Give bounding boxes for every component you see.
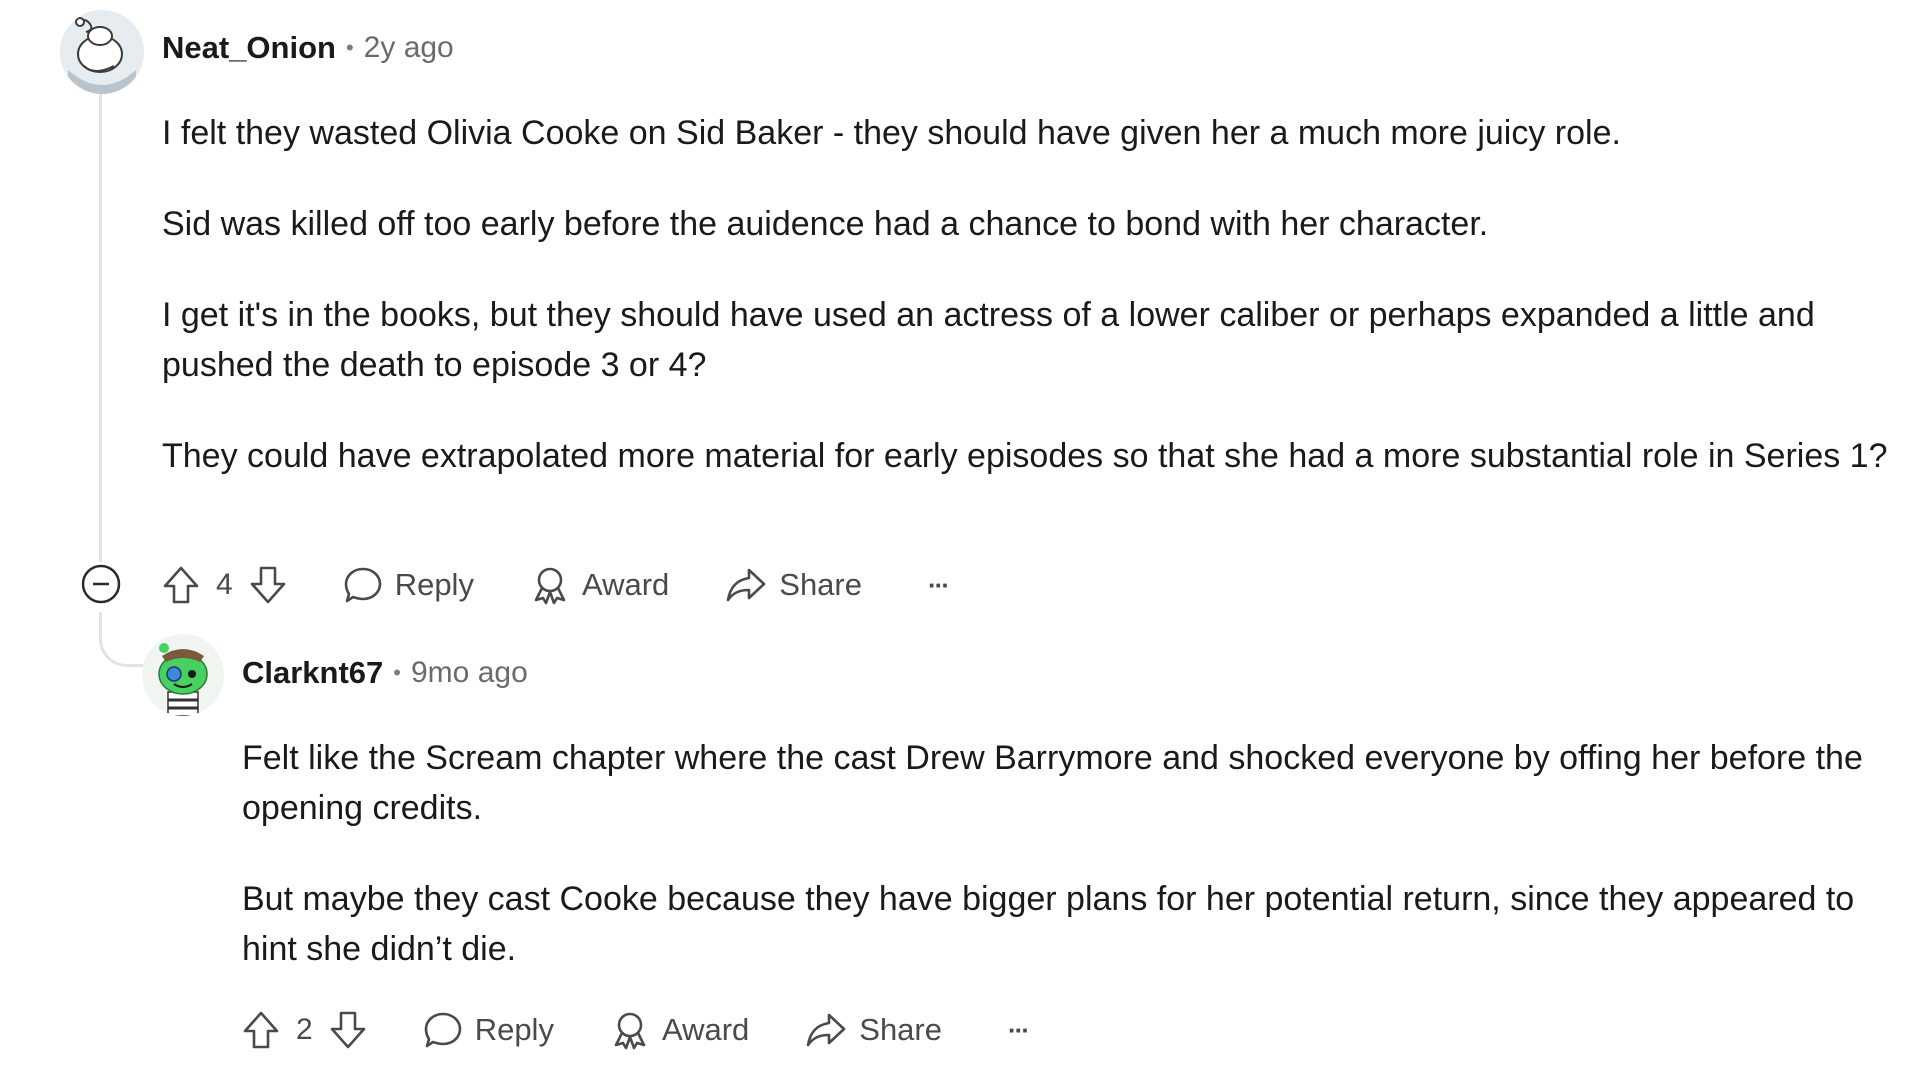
vote-score: 2: [296, 1013, 313, 1046]
share-arrow-icon: [806, 1013, 846, 1047]
user-avatar[interactable]: [60, 10, 144, 94]
user-avatar[interactable]: [142, 634, 224, 716]
award-ribbon-icon: [534, 567, 566, 605]
more-options-button[interactable]: ···: [1008, 1014, 1030, 1046]
comment-paragraph: I felt they wasted Olivia Cooke on Sid B…: [162, 114, 1621, 152]
upvote-arrow-icon: [163, 566, 199, 604]
upvote-button[interactable]: [162, 565, 200, 605]
award-button[interactable]: Award: [530, 565, 669, 605]
green-snoo-avatar-icon: [142, 634, 224, 716]
award-button[interactable]: Award: [610, 1010, 749, 1050]
reply-button[interactable]: Reply: [343, 565, 474, 605]
comment-actions: 2 Reply Award Share ···: [242, 1000, 1030, 1060]
comment-paragraph: Sid was killed off too early before the …: [162, 205, 1489, 243]
vote-control: 4: [162, 565, 287, 605]
snoo-outline-avatar-icon: [60, 10, 144, 94]
downvote-arrow-icon: [250, 566, 285, 604]
award-label: Award: [581, 567, 670, 602]
vote-control: 2: [242, 1010, 367, 1050]
speech-bubble-icon: [424, 1012, 461, 1048]
reply-label: Reply: [394, 567, 474, 602]
share-label: Share: [859, 1012, 942, 1047]
author-name[interactable]: Clarknt67: [242, 655, 383, 691]
award-label: Award: [661, 1012, 750, 1047]
share-button[interactable]: Share: [805, 1010, 942, 1050]
comment-body: Felt like the Scream chapter where the c…: [242, 733, 1902, 974]
downvote-button[interactable]: [249, 565, 287, 605]
collapse-thread-button[interactable]: [81, 564, 121, 604]
ellipsis-icon: ···: [928, 569, 950, 600]
thread-line: [99, 92, 102, 562]
meta-separator: •: [345, 35, 354, 60]
more-options-button[interactable]: ···: [928, 569, 950, 601]
downvote-button[interactable]: [329, 1010, 367, 1050]
comment-meta: Neat_Onion • 2y ago: [162, 30, 454, 66]
downvote-arrow-icon: [330, 1011, 365, 1049]
share-button[interactable]: Share: [725, 565, 862, 605]
comment-paragraph: But maybe they cast Cooke because they h…: [242, 880, 1855, 968]
comment-meta: Clarknt67 • 9mo ago: [242, 655, 528, 691]
speech-bubble-icon: [344, 567, 381, 603]
share-label: Share: [779, 567, 862, 602]
reply-button[interactable]: Reply: [423, 1010, 554, 1050]
thread-branch: [99, 612, 148, 667]
vote-score: 4: [216, 568, 233, 601]
share-arrow-icon: [726, 568, 766, 602]
comment-paragraph: Felt like the Scream chapter where the c…: [242, 739, 1863, 827]
meta-separator: •: [393, 660, 401, 685]
comment-timestamp[interactable]: 9mo ago: [411, 656, 528, 690]
minus-circle-icon: [81, 564, 121, 604]
comment-paragraph: They could have extrapolated more materi…: [162, 437, 1888, 475]
ellipsis-icon: ···: [1008, 1014, 1030, 1045]
upvote-arrow-icon: [243, 1011, 279, 1049]
comment-actions: 4 Reply Award Share ···: [162, 555, 950, 615]
reply-label: Reply: [474, 1012, 554, 1047]
upvote-button[interactable]: [242, 1010, 280, 1050]
comment-timestamp[interactable]: 2y ago: [364, 31, 454, 65]
comment-body: I felt they wasted Olivia Cooke on Sid B…: [162, 108, 1902, 481]
award-ribbon-icon: [614, 1012, 646, 1050]
author-name[interactable]: Neat_Onion: [162, 30, 336, 66]
comment-paragraph: I get it's in the books, but they should…: [162, 296, 1815, 384]
